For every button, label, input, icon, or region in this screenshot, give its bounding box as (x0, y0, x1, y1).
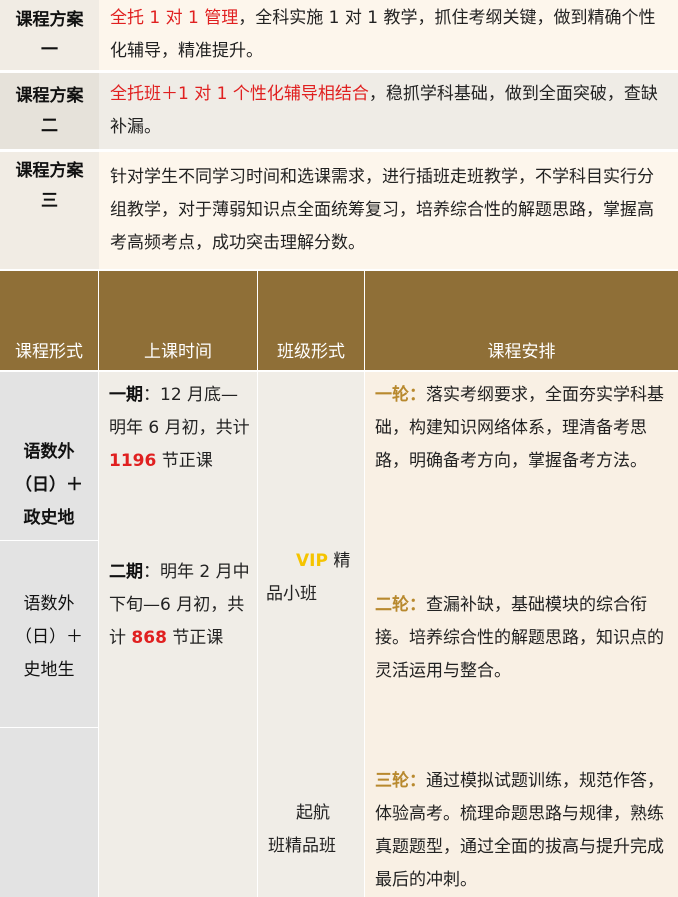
plan-row-2: 课程方案 二 全托班＋1 对 1 个性化辅导相结合，稳抓学科基础，做到全面突破，… (0, 73, 678, 149)
lesson-count: 868 (131, 628, 167, 648)
course-form-line: 政史地 (23, 508, 75, 528)
plan-label-line2: 二 (41, 116, 58, 136)
form-cell-3 (0, 728, 98, 897)
plan-label: 课程方案 二 (0, 73, 99, 149)
header-course-form: 课程形式 (15, 342, 83, 362)
plan-text: 针对学生不同学习时间和选课需求，进行插班走班教学，不学科目实行分组教学，对于薄弱… (110, 167, 654, 253)
plan-highlight: 全托 1 对 1 管理 (110, 8, 239, 28)
header-class-type: 班级形式 (277, 342, 345, 362)
lesson-count: 1196 (109, 451, 157, 471)
plan-label-line2: 一 (41, 40, 58, 60)
class-type-qihang: 起航 班精品班 (258, 797, 364, 863)
table-header: 课程形式 上课时间 班级形式 课程安排 (0, 271, 678, 370)
round-label: 二轮： (375, 595, 426, 615)
course-form-2: 语数外 （日）＋ 史地生 (0, 588, 98, 687)
header-divider (257, 271, 258, 370)
round-2: 二轮：查漏补缺，基础模块的综合衔接。培养综合性的解题思路，知识点的灵活运用与整合… (375, 589, 670, 688)
course-form-1: 语数外 （日）＋ 政史地 (0, 436, 98, 535)
header-divider (98, 271, 99, 370)
class-type-line: 起航 (296, 803, 330, 823)
class-type-vip: VIP 精品小班 (266, 545, 362, 611)
header-course-arrangement: 课程安排 (487, 342, 556, 362)
plan-row-3: 课程方案 三 针对学生不同学习时间和选课需求，进行插班走班教学，不学科目实行分组… (0, 152, 678, 269)
course-form-line: 语数外 (23, 594, 75, 614)
plan-description: 针对学生不同学习时间和选课需求，进行插班走班教学，不学科目实行分组教学，对于薄弱… (110, 152, 670, 269)
course-form-line: （日）＋ (15, 627, 83, 647)
plan-row-1: 课程方案 一 全托 1 对 1 管理，全科实施 1 对 1 教学，抓住考纲关键，… (0, 0, 678, 70)
round-3: 三轮：通过模拟试题训练，规范作答，体验高考。梳理命题思路与规律，熟练真题题型，通… (375, 765, 670, 897)
round-1: 一轮：落实考纲要求，全面夯实学科基础，构建知识网络体系，理清备考思路，明确备考方… (375, 379, 670, 478)
course-form-line: （日）＋ (15, 475, 83, 495)
plan-label-line1: 课程方案 (15, 161, 84, 181)
phase-text: 节正课 (166, 628, 224, 648)
course-form-line: 语数外 (23, 442, 75, 462)
plan-description: 全托 1 对 1 管理，全科实施 1 对 1 教学，抓住考纲关键，做到精确个性化… (110, 0, 670, 70)
class-type-line: 班精品班 (268, 836, 336, 856)
plan-label: 课程方案 三 (0, 152, 99, 269)
phase-2-time: 二期：明年 2 月中下旬—6 月初，共计 868 节正课 (109, 556, 255, 655)
plan-highlight: 全托班＋1 对 1 个性化辅导相结合 (110, 84, 369, 104)
phase-text: 节正课 (156, 451, 213, 471)
plan-label-line1: 课程方案 (15, 10, 84, 30)
vip-label: VIP (296, 551, 328, 571)
plan-label: 课程方案 一 (0, 0, 99, 70)
round-label: 三轮： (375, 771, 426, 791)
course-form-line: 史地生 (23, 660, 75, 680)
header-divider (364, 271, 365, 370)
plan-description: 全托班＋1 对 1 个性化辅导相结合，稳抓学科基础，做到全面突破，查缺补漏。 (110, 73, 670, 149)
plan-label-line1: 课程方案 (15, 86, 84, 106)
phase-label: 二期 (109, 562, 143, 582)
plan-label-line2: 三 (41, 191, 58, 211)
header-class-time: 上课时间 (144, 342, 212, 362)
phase-1-time: 一期：12 月底—明年 6 月初，共计 1196 节正课 (109, 379, 255, 478)
phase-label: 一期 (109, 385, 143, 405)
round-label: 一轮： (375, 385, 426, 405)
